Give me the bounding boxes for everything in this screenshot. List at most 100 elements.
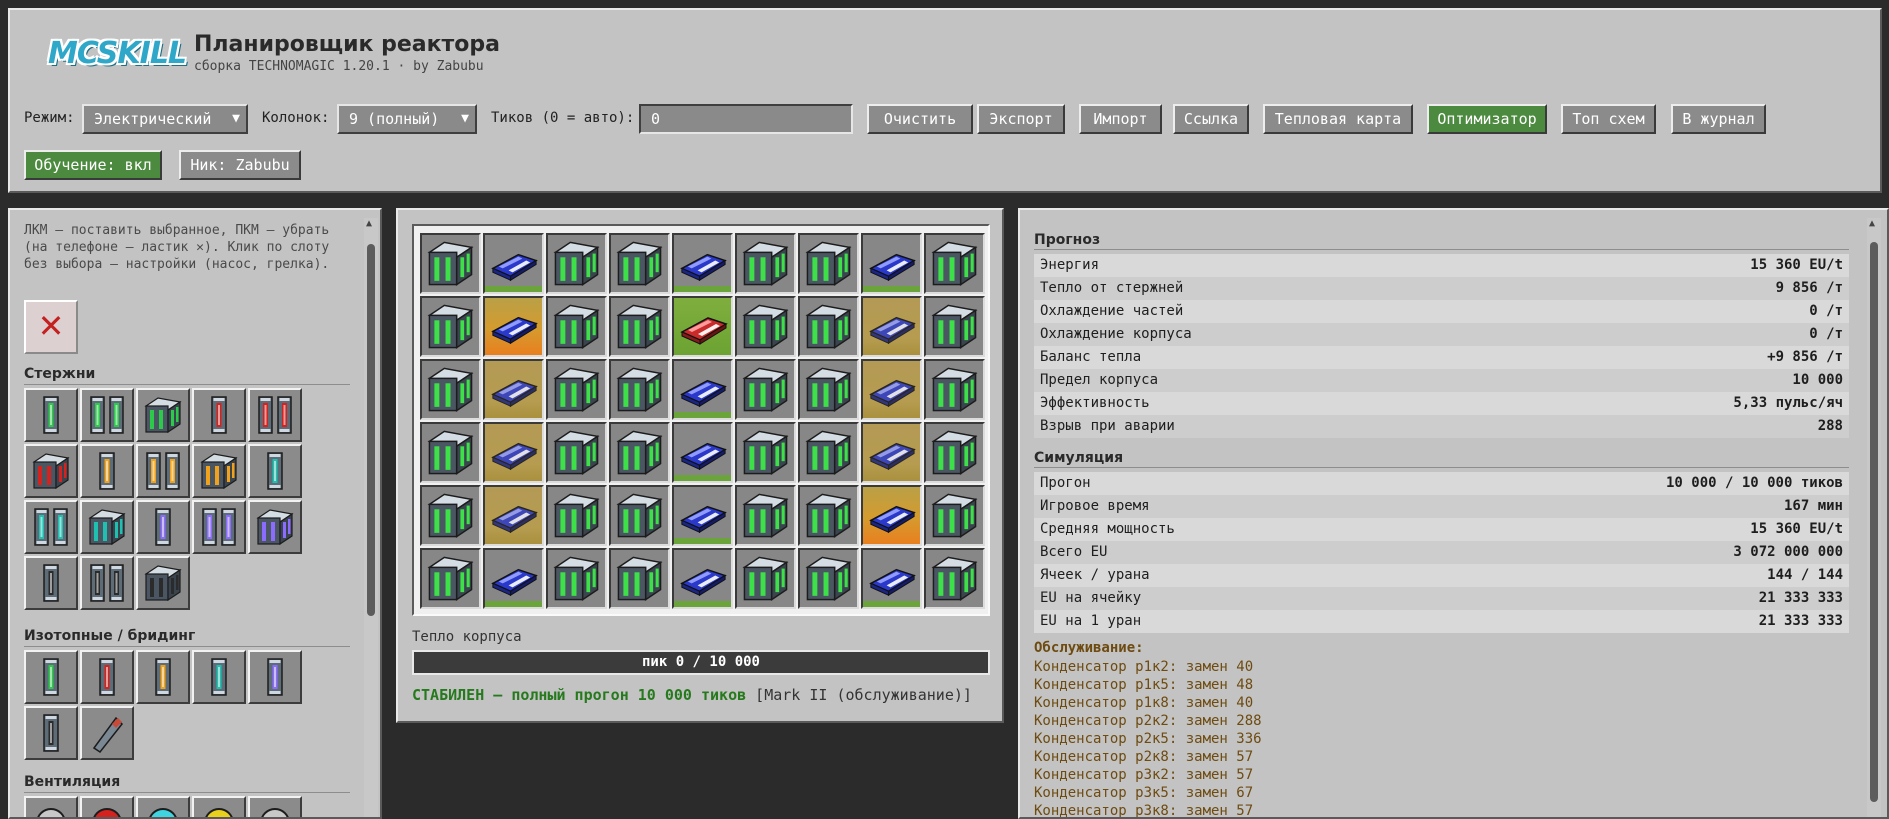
heatmap-button[interactable]: Тепловая карта [1263,104,1413,134]
reactor-slot[interactable] [609,548,670,609]
palette-scrollbar-thumb[interactable] [367,244,375,616]
palette-item[interactable] [24,650,78,704]
reactor-slot[interactable] [672,485,733,546]
palette-item[interactable] [248,500,302,554]
stats-scrollbar[interactable]: ▲ [1867,218,1881,817]
reactor-slot[interactable] [924,296,985,357]
reactor-slot[interactable] [420,359,481,420]
reactor-slot[interactable] [609,296,670,357]
reactor-slot[interactable] [483,485,544,546]
eraser-button[interactable]: ✕ [24,300,78,354]
palette-item[interactable] [192,796,246,817]
reactor-slot[interactable] [798,359,859,420]
reactor-slot[interactable] [861,296,922,357]
reactor-slot[interactable] [546,485,607,546]
columns-select[interactable]: 9 (полный) ▼ [337,104,477,134]
reactor-slot[interactable] [798,296,859,357]
reactor-slot[interactable] [672,548,733,609]
palette-item[interactable] [192,388,246,442]
ticks-input[interactable]: 0 [639,104,853,134]
nickname-button[interactable]: Ник: Zabubu [179,150,301,180]
reactor-slot[interactable] [609,359,670,420]
reactor-slot[interactable] [924,485,985,546]
reactor-slot[interactable] [483,296,544,357]
reactor-slot[interactable] [924,359,985,420]
palette-item[interactable] [24,500,78,554]
palette-item[interactable] [192,500,246,554]
reactor-slot[interactable] [672,359,733,420]
top-schemes-button[interactable]: Топ схем [1561,104,1656,134]
palette-item[interactable] [248,444,302,498]
reactor-slot[interactable] [546,359,607,420]
reactor-slot[interactable] [609,485,670,546]
reactor-slot[interactable] [672,296,733,357]
link-button[interactable]: Ссылка [1173,104,1249,134]
reactor-slot[interactable] [861,485,922,546]
palette-item[interactable] [192,444,246,498]
reactor-slot[interactable] [483,359,544,420]
palette-item[interactable] [80,444,134,498]
palette-item[interactable] [80,706,134,760]
reactor-slot[interactable] [609,233,670,294]
reactor-slot[interactable] [735,359,796,420]
palette-item[interactable] [24,796,78,817]
reactor-slot[interactable] [798,422,859,483]
reactor-slot[interactable] [420,422,481,483]
palette-item[interactable] [136,500,190,554]
reactor-slot[interactable] [609,422,670,483]
palette-item[interactable] [24,388,78,442]
palette-item[interactable] [80,796,134,817]
reactor-slot[interactable] [483,548,544,609]
stats-scrollbar-thumb[interactable] [1870,242,1878,802]
reactor-slot[interactable] [420,485,481,546]
reactor-slot[interactable] [798,485,859,546]
palette-item[interactable] [136,444,190,498]
journal-button[interactable]: В журнал [1671,104,1766,134]
reactor-slot[interactable] [483,233,544,294]
mode-select[interactable]: Электрический ▼ [82,104,248,134]
scroll-up-icon[interactable]: ▲ [366,218,372,229]
palette-item[interactable] [192,650,246,704]
palette-item[interactable] [248,388,302,442]
palette-scrollbar[interactable]: ▲ [364,218,378,817]
reactor-slot[interactable] [546,233,607,294]
reactor-slot[interactable] [735,548,796,609]
reactor-slot[interactable] [924,233,985,294]
reactor-slot[interactable] [546,422,607,483]
reactor-slot[interactable] [420,548,481,609]
palette-item[interactable] [248,796,302,817]
reactor-slot[interactable] [861,233,922,294]
reactor-slot[interactable] [735,296,796,357]
clear-button[interactable]: Очистить [867,104,973,134]
reactor-slot[interactable] [924,422,985,483]
tutorial-toggle-button[interactable]: Обучение: вкл [24,150,162,180]
palette-item[interactable] [248,650,302,704]
export-button[interactable]: Экспорт [977,104,1065,134]
reactor-slot[interactable] [546,548,607,609]
palette-item[interactable] [136,796,190,817]
reactor-slot[interactable] [924,548,985,609]
reactor-slot[interactable] [420,233,481,294]
palette-item[interactable] [24,706,78,760]
reactor-slot[interactable] [483,422,544,483]
reactor-slot[interactable] [861,548,922,609]
reactor-slot[interactable] [735,422,796,483]
palette-item[interactable] [80,500,134,554]
optimizer-button[interactable]: Оптимизатор [1427,104,1547,134]
palette-item[interactable] [80,388,134,442]
reactor-slot[interactable] [861,422,922,483]
reactor-slot[interactable] [798,233,859,294]
reactor-slot[interactable] [735,485,796,546]
reactor-slot[interactable] [861,359,922,420]
palette-item[interactable] [136,556,190,610]
palette-item[interactable] [24,444,78,498]
reactor-slot[interactable] [672,422,733,483]
reactor-slot[interactable] [798,548,859,609]
palette-item[interactable] [136,388,190,442]
palette-item[interactable] [136,650,190,704]
scroll-up-icon[interactable]: ▲ [1869,218,1875,229]
palette-item[interactable] [80,556,134,610]
reactor-slot[interactable] [735,233,796,294]
reactor-slot[interactable] [672,233,733,294]
reactor-slot[interactable] [420,296,481,357]
